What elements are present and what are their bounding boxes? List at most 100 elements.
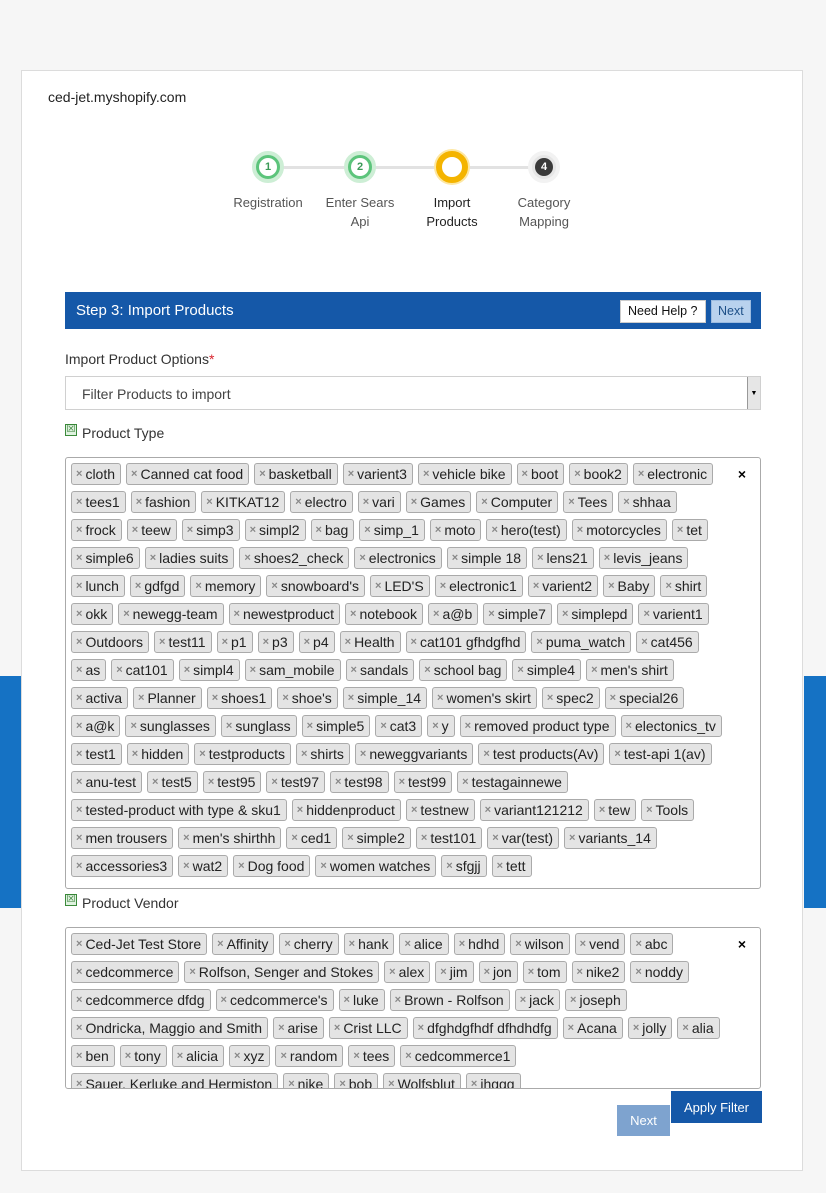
- remove-tag-icon[interactable]: ×: [291, 832, 297, 844]
- remove-tag-icon[interactable]: ×: [388, 1078, 394, 1088]
- remove-tag-icon[interactable]: ×: [138, 692, 144, 704]
- remove-tag-icon[interactable]: ×: [76, 748, 82, 760]
- remove-tag-icon[interactable]: ×: [76, 994, 82, 1006]
- remove-tag-icon[interactable]: ×: [76, 468, 82, 480]
- remove-tag-icon[interactable]: ×: [131, 468, 137, 480]
- remove-tag-icon[interactable]: ×: [152, 776, 158, 788]
- remove-tag-icon[interactable]: ×: [517, 664, 523, 676]
- remove-tag-icon[interactable]: ×: [348, 692, 354, 704]
- remove-tag-icon[interactable]: ×: [335, 776, 341, 788]
- remove-tag-icon[interactable]: ×: [288, 1078, 294, 1088]
- remove-tag-icon[interactable]: ×: [577, 524, 583, 536]
- remove-tag-icon[interactable]: ×: [528, 966, 534, 978]
- remove-tag-icon[interactable]: ×: [344, 994, 350, 1006]
- remove-tag-icon[interactable]: ×: [76, 580, 82, 592]
- remove-tag-icon[interactable]: ×: [577, 966, 583, 978]
- remove-tag-icon[interactable]: ×: [515, 938, 521, 950]
- remove-tag-icon[interactable]: ×: [418, 1022, 424, 1034]
- remove-tag-icon[interactable]: ×: [421, 832, 427, 844]
- remove-tag-icon[interactable]: ×: [483, 748, 489, 760]
- remove-tag-icon[interactable]: ×: [485, 804, 491, 816]
- remove-tag-icon[interactable]: ×: [437, 692, 443, 704]
- remove-tag-icon[interactable]: ×: [440, 580, 446, 592]
- remove-tag-icon[interactable]: ×: [635, 938, 641, 950]
- remove-tag-icon[interactable]: ×: [307, 720, 313, 732]
- remove-tag-icon[interactable]: ×: [271, 580, 277, 592]
- remove-tag-icon[interactable]: ×: [284, 938, 290, 950]
- remove-tag-icon[interactable]: ×: [568, 496, 574, 508]
- remove-tag-icon[interactable]: ×: [226, 720, 232, 732]
- remove-tag-icon[interactable]: ×: [76, 938, 82, 950]
- remove-tag-icon[interactable]: ×: [440, 966, 446, 978]
- remove-tag-icon[interactable]: ×: [280, 1050, 286, 1062]
- import-options-select[interactable]: Filter Products to import ▼: [65, 376, 761, 410]
- remove-tag-icon[interactable]: ×: [195, 580, 201, 592]
- remove-tag-icon[interactable]: ×: [76, 1022, 82, 1034]
- remove-tag-icon[interactable]: ×: [259, 468, 265, 480]
- remove-tag-icon[interactable]: ×: [76, 1078, 82, 1088]
- remove-tag-icon[interactable]: ×: [364, 524, 370, 536]
- remove-tag-icon[interactable]: ×: [350, 608, 356, 620]
- apply-filter-button[interactable]: Apply Filter: [671, 1091, 762, 1123]
- remove-tag-icon[interactable]: ×: [184, 664, 190, 676]
- remove-tag-icon[interactable]: ×: [432, 720, 438, 732]
- remove-tag-icon[interactable]: ×: [641, 636, 647, 648]
- remove-tag-icon[interactable]: ×: [537, 552, 543, 564]
- remove-tag-icon[interactable]: ×: [623, 496, 629, 508]
- remove-tag-icon[interactable]: ×: [533, 580, 539, 592]
- remove-tag-icon[interactable]: ×: [221, 994, 227, 1006]
- remove-tag-icon[interactable]: ×: [614, 748, 620, 760]
- remove-tag-icon[interactable]: ×: [348, 468, 354, 480]
- chevron-down-icon[interactable]: ▼: [747, 377, 760, 409]
- remove-tag-icon[interactable]: ×: [353, 1050, 359, 1062]
- remove-tag-icon[interactable]: ×: [399, 776, 405, 788]
- remove-tag-icon[interactable]: ×: [297, 804, 303, 816]
- remove-tag-icon[interactable]: ×: [424, 664, 430, 676]
- clear-all-icon[interactable]: ×: [738, 466, 746, 482]
- remove-tag-icon[interactable]: ×: [380, 720, 386, 732]
- remove-tag-icon[interactable]: ×: [199, 748, 205, 760]
- remove-tag-icon[interactable]: ×: [76, 776, 82, 788]
- remove-tag-icon[interactable]: ×: [217, 938, 223, 950]
- remove-tag-icon[interactable]: ×: [177, 1050, 183, 1062]
- checkbox-checked-icon[interactable]: ☒: [65, 424, 77, 436]
- remove-tag-icon[interactable]: ×: [123, 608, 129, 620]
- remove-tag-icon[interactable]: ×: [591, 664, 597, 676]
- remove-tag-icon[interactable]: ×: [349, 938, 355, 950]
- remove-tag-icon[interactable]: ×: [359, 552, 365, 564]
- remove-tag-icon[interactable]: ×: [481, 496, 487, 508]
- remove-tag-icon[interactable]: ×: [76, 552, 82, 564]
- product-type-filter[interactable]: ☒ Product Type: [65, 424, 164, 441]
- remove-tag-icon[interactable]: ×: [471, 1078, 477, 1088]
- remove-tag-icon[interactable]: ×: [304, 636, 310, 648]
- remove-tag-icon[interactable]: ×: [492, 832, 498, 844]
- remove-tag-icon[interactable]: ×: [635, 966, 641, 978]
- remove-tag-icon[interactable]: ×: [574, 468, 580, 480]
- remove-tag-icon[interactable]: ×: [316, 524, 322, 536]
- remove-tag-icon[interactable]: ×: [334, 1022, 340, 1034]
- clear-all-icon[interactable]: ×: [738, 936, 746, 952]
- remove-tag-icon[interactable]: ×: [643, 608, 649, 620]
- step-category-mapping[interactable]: 4 Category Mapping: [498, 151, 590, 231]
- remove-tag-icon[interactable]: ×: [234, 1050, 240, 1062]
- remove-tag-icon[interactable]: ×: [136, 496, 142, 508]
- remove-tag-icon[interactable]: ×: [76, 720, 82, 732]
- remove-tag-icon[interactable]: ×: [208, 776, 214, 788]
- remove-tag-icon[interactable]: ×: [452, 552, 458, 564]
- next-button[interactable]: Next: [617, 1105, 670, 1136]
- remove-tag-icon[interactable]: ×: [76, 832, 82, 844]
- remove-tag-icon[interactable]: ×: [446, 860, 452, 872]
- remove-tag-icon[interactable]: ×: [150, 552, 156, 564]
- remove-tag-icon[interactable]: ×: [608, 580, 614, 592]
- remove-tag-icon[interactable]: ×: [363, 496, 369, 508]
- need-help-button[interactable]: Need Help ?: [620, 300, 706, 323]
- remove-tag-icon[interactable]: ×: [626, 720, 632, 732]
- remove-tag-icon[interactable]: ×: [646, 804, 652, 816]
- remove-tag-icon[interactable]: ×: [263, 636, 269, 648]
- remove-tag-icon[interactable]: ×: [278, 1022, 284, 1034]
- remove-tag-icon[interactable]: ×: [677, 524, 683, 536]
- remove-tag-icon[interactable]: ×: [295, 496, 301, 508]
- remove-tag-icon[interactable]: ×: [132, 524, 138, 536]
- remove-tag-icon[interactable]: ×: [435, 524, 441, 536]
- remove-tag-icon[interactable]: ×: [132, 748, 138, 760]
